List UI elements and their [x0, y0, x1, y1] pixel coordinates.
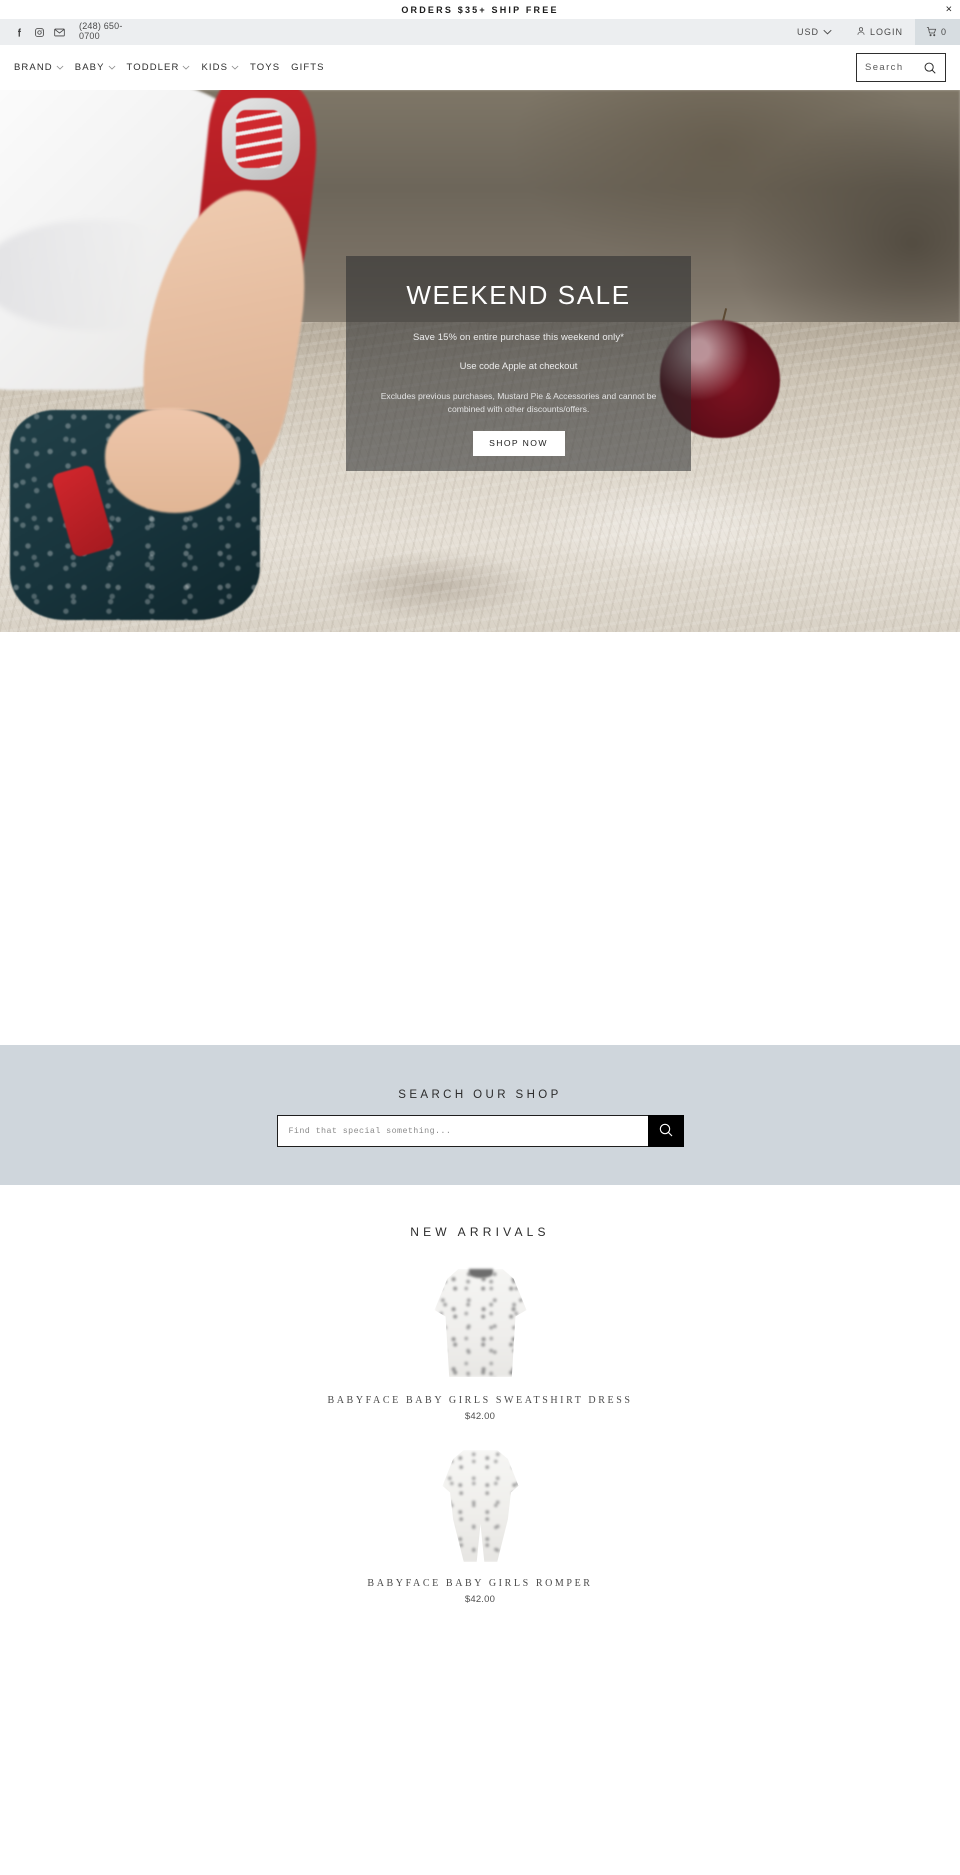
- nav-item-toddler[interactable]: TODDLER: [127, 62, 191, 73]
- product-price: $42.00: [464, 1411, 496, 1422]
- nav-label-toys: TOYS: [250, 62, 281, 73]
- utility-left-group: (248) 650-0700: [14, 21, 127, 42]
- nav-item-kids[interactable]: KIDS: [201, 62, 239, 73]
- cart-count: 0: [940, 27, 947, 37]
- hero-promo-code-text: Use code Apple at checkout: [459, 361, 578, 372]
- product-card[interactable]: BABYFACE BABY GIRLS SWEATSHIRT DRESS $42…: [0, 1263, 960, 1422]
- instagram-icon[interactable]: [34, 27, 45, 38]
- nav-label-kids: KIDS: [201, 62, 229, 73]
- utility-right-group: USD LOGIN 0: [785, 19, 960, 45]
- product-card[interactable]: BABYFACE BABY GIRLS ROMPER $42.00: [0, 1446, 960, 1605]
- backpack-buckle: [222, 98, 300, 180]
- product-price: $42.00: [464, 1594, 496, 1605]
- hero-subtitle: Save 15% on entire purchase this weekend…: [412, 332, 625, 343]
- currency-selector[interactable]: USD: [785, 19, 844, 45]
- nav-item-toys[interactable]: TOYS: [250, 62, 280, 73]
- nav-item-gifts[interactable]: GIFTS: [291, 62, 324, 73]
- romper-garment-shape: [442, 1450, 519, 1562]
- chevron-down-icon: [108, 65, 116, 72]
- search-icon[interactable]: [923, 61, 937, 75]
- main-navigation: BRAND BABY TODDLER KIDS TOYS GIFTS Searc…: [0, 45, 960, 90]
- nav-label-gifts: GIFTS: [291, 62, 325, 73]
- facebook-icon[interactable]: [14, 27, 25, 38]
- nav-label-brand: BRAND: [14, 62, 53, 73]
- chevron-down-icon: [231, 65, 239, 72]
- chevron-down-icon: [823, 27, 832, 37]
- shop-search-form: [276, 1115, 684, 1147]
- dress-collar-shape: [468, 1269, 493, 1278]
- content-gap: [0, 632, 960, 1045]
- shop-search-input[interactable]: [276, 1115, 648, 1147]
- hero-promo-card: WEEKEND SALE Save 15% on entire purchase…: [346, 256, 691, 471]
- email-icon[interactable]: [54, 27, 65, 38]
- child-hand: [105, 408, 240, 513]
- utility-bar: (248) 650-0700 USD LOGIN 0: [0, 19, 960, 45]
- phone-number[interactable]: (248) 650-0700: [79, 21, 127, 42]
- close-icon[interactable]: ×: [946, 4, 952, 15]
- nav-item-baby[interactable]: BABY: [75, 62, 116, 73]
- announcement-bar: ORDERS $35+ SHIP FREE ×: [0, 0, 960, 19]
- product-title[interactable]: BABYFACE BABY GIRLS SWEATSHIRT DRESS: [327, 1395, 632, 1406]
- shop-now-button[interactable]: SHOP NOW: [472, 430, 565, 457]
- hero-banner[interactable]: WEEKEND SALE Save 15% on entire purchase…: [0, 90, 960, 632]
- user-icon: [856, 26, 866, 38]
- chevron-down-icon: [56, 65, 64, 72]
- hero-title: WEEKEND SALE: [406, 280, 631, 310]
- cart-icon: [926, 26, 937, 39]
- announcement-text: ORDERS $35+ SHIP FREE: [401, 4, 559, 15]
- romper-photo[interactable]: [413, 1446, 548, 1564]
- chevron-down-icon: [182, 65, 190, 72]
- login-button[interactable]: LOGIN: [844, 19, 915, 45]
- nav-item-list: BRAND BABY TODDLER KIDS TOYS GIFTS: [14, 62, 325, 73]
- header-search-box[interactable]: [856, 53, 946, 82]
- search-submit-button[interactable]: [647, 1115, 684, 1147]
- nav-label-toddler: TODDLER: [126, 62, 180, 73]
- page-root: ORDERS $35+ SHIP FREE × (248) 650-0700 U…: [0, 0, 960, 1605]
- new-arrivals-section: NEW ARRIVALS BABYFACE BABY GIRLS SWEATSH…: [0, 1185, 960, 1605]
- new-arrivals-heading: NEW ARRIVALS: [410, 1225, 550, 1239]
- search-icon: [658, 1122, 674, 1141]
- shop-search-heading: SEARCH OUR SHOP: [398, 1089, 562, 1101]
- shop-search-section: SEARCH OUR SHOP: [0, 1045, 960, 1185]
- nav-label-baby: BABY: [74, 62, 105, 73]
- currency-label: USD: [796, 27, 819, 37]
- login-label: LOGIN: [869, 27, 903, 37]
- hero-fine-print: Excludes previous purchases, Mustard Pie…: [380, 391, 657, 415]
- header-search-input[interactable]: [865, 62, 923, 73]
- dress-garment-shape: [434, 1269, 527, 1377]
- cart-button[interactable]: 0: [914, 19, 960, 45]
- nav-item-brand[interactable]: BRAND: [14, 62, 64, 73]
- product-title[interactable]: BABYFACE BABY GIRLS ROMPER: [367, 1578, 592, 1589]
- sweatshirt-dress-photo[interactable]: [413, 1263, 548, 1381]
